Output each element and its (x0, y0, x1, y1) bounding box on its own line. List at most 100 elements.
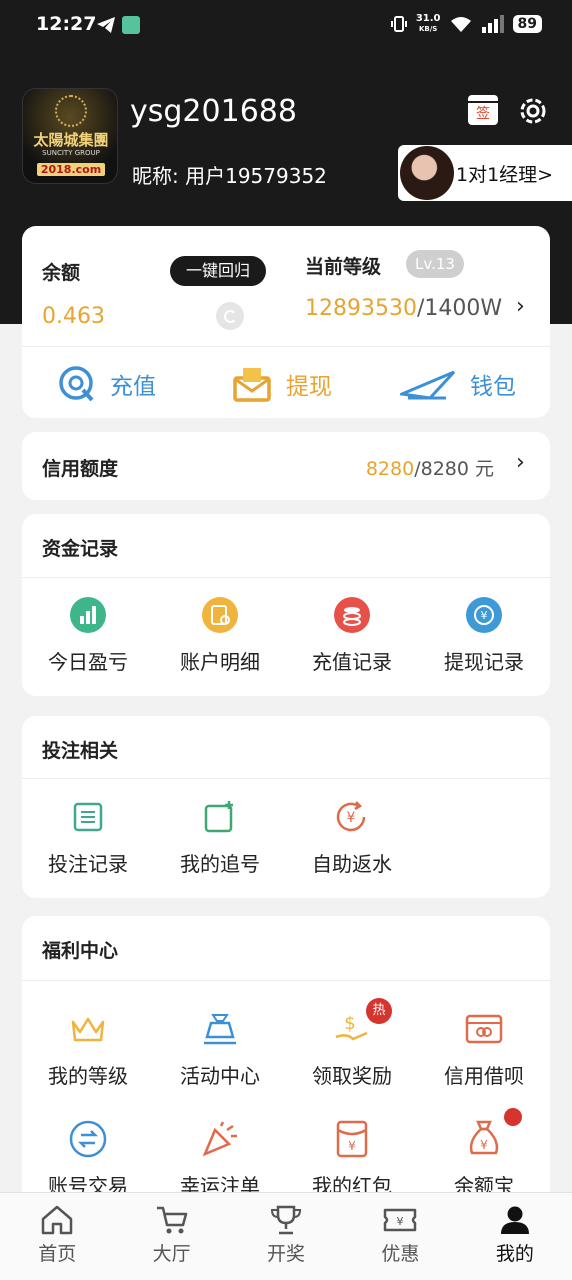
recharge-label: 充值 (110, 374, 156, 400)
menu-item-claim-reward[interactable]: $ 热 领取奖励 (286, 998, 418, 1089)
tab-home[interactable]: 首页 (0, 1193, 114, 1280)
coins-icon (333, 596, 371, 634)
logo-domain: 2018.com (37, 163, 105, 176)
manager-label: 1对1经理> (456, 163, 554, 186)
tab-mine[interactable]: 我的 (458, 1193, 572, 1280)
download-icon (122, 16, 140, 34)
menu-item-my-chase[interactable]: 我的追号 (154, 798, 286, 877)
rebate-icon: ¥ (333, 798, 371, 836)
party-icon (201, 1120, 239, 1158)
swap-icon (69, 1120, 107, 1158)
funds-title: 资金记录 (42, 538, 119, 560)
welfare-card: 福利中心 我的等级 活动中心 $ 热 领取奖励 信用借呗 账号交易 幸运注单 ¥… (22, 916, 550, 1206)
nickname: 昵称: 用户19579352 (132, 164, 327, 188)
ticket-icon: ¥ (384, 1208, 417, 1232)
detail-icon (201, 596, 239, 634)
chevron-right-icon[interactable]: › (516, 294, 525, 319)
menu-item-account-trade[interactable]: 账号交易 (22, 1120, 154, 1199)
red-envelope-icon: ¥ (333, 1120, 371, 1158)
chevron-right-icon[interactable]: › (516, 450, 525, 475)
svg-text:¥: ¥ (397, 1215, 404, 1228)
signal-icon (481, 15, 504, 33)
list-icon (69, 798, 107, 836)
svg-text:$: $ (344, 1013, 355, 1034)
tab-promotions[interactable]: ¥ 优惠 (343, 1193, 457, 1280)
credit-value: 8280/8280 元 (366, 454, 494, 481)
manager-button[interactable]: 1对1经理> (398, 145, 572, 201)
battery-indicator: 89 (512, 15, 542, 33)
menu-item-credit-loan[interactable]: 信用借呗 (418, 1010, 550, 1089)
menu-item-self-rebate[interactable]: ¥ 自助返水 (286, 798, 418, 877)
menu-item-activity-center[interactable]: 活动中心 (154, 1010, 286, 1089)
tab-lottery[interactable]: 开奖 (229, 1193, 343, 1280)
balance-value: 0.463 (42, 304, 105, 329)
tab-hall[interactable]: 大厅 (114, 1193, 228, 1280)
vibrate-icon (390, 16, 407, 32)
svg-text:¥: ¥ (481, 609, 488, 622)
gear-icon[interactable] (516, 94, 550, 128)
manager-avatar (400, 146, 454, 200)
hot-badge: 热 (366, 998, 392, 1024)
exp-current: 12893530 (305, 296, 417, 321)
exp-max: /1400W (416, 296, 503, 321)
logo-sun-emblem (55, 95, 87, 127)
menu-item-recharge-record[interactable]: 充值记录 (286, 596, 418, 675)
wallet-button[interactable]: 钱包 (400, 360, 516, 408)
funds-card: 资金记录 今日盈亏 账户明细 充值记录 ¥ 提现记录 (22, 514, 550, 696)
status-bar: 12:27 31.0 KB/S 89 (0, 0, 572, 52)
trophy-icon (271, 1205, 302, 1235)
withdraw-label: 提现 (286, 374, 332, 400)
add-square-icon (201, 798, 239, 836)
withdraw-button[interactable]: 提现 (232, 360, 332, 408)
reward-icon: $ (333, 1010, 371, 1048)
avatar[interactable]: 太陽城集團 SUNCITY GROUP 2018.com (22, 88, 118, 184)
menu-item-yuebao[interactable]: ¥ 余额宝 (418, 1108, 550, 1199)
menu-item-bet-record[interactable]: 投注记录 (22, 798, 154, 877)
status-time: 12:27 (36, 13, 97, 35)
menu-item-withdraw-record[interactable]: ¥ 提现记录 (418, 596, 550, 675)
exchange-icon: ¥ (465, 596, 503, 634)
credit-label: 信用额度 (42, 458, 119, 480)
balance-label: 余额 (42, 262, 81, 284)
wifi-icon (450, 17, 471, 32)
balance-card: 余额 一键回归 0.463 当前等级 Lv.13 12893530/1400W … (22, 226, 550, 418)
logo-text: 太陽城集團 (33, 131, 109, 149)
sign-in-icon: 签 (468, 101, 498, 125)
telegram-icon (97, 17, 115, 33)
card-icon (465, 1010, 503, 1048)
menu-item-today-profit[interactable]: 今日盈亏 (22, 596, 154, 675)
wallet-label: 钱包 (470, 374, 516, 400)
refresh-icon[interactable] (216, 302, 244, 330)
bottom-tab-bar: 首页 大厅 开奖 ¥ 优惠 我的 (0, 1192, 572, 1280)
money-bag-icon: ¥ (465, 1120, 503, 1158)
credit-available: 8280 (365, 458, 415, 480)
recharge-button[interactable]: 充值 (56, 360, 156, 408)
wallet-icon (400, 370, 456, 400)
network-speed: 31.0 KB/S (415, 13, 441, 34)
crown-icon (69, 1010, 107, 1048)
withdraw-icon (233, 368, 271, 402)
bets-title: 投注相关 (42, 740, 119, 762)
level-label: 当前等级 (305, 256, 382, 278)
menu-item-my-level[interactable]: 我的等级 (22, 1010, 154, 1089)
level-badge: Lv.13 (406, 250, 464, 278)
credit-card[interactable]: 信用额度 8280/8280 元 › (22, 432, 550, 500)
user-icon (500, 1206, 529, 1234)
svg-text:¥: ¥ (348, 1139, 356, 1153)
menu-item-lucky-bet[interactable]: 幸运注单 (154, 1120, 286, 1199)
recall-button[interactable]: 一键回归 (170, 256, 266, 286)
notification-dot (504, 1108, 522, 1126)
menu-item-red-envelope[interactable]: ¥ 我的红包 (286, 1120, 418, 1199)
sign-in-button[interactable]: 签 (468, 95, 498, 125)
credit-total: /8280 元 (414, 458, 494, 480)
svg-text:¥: ¥ (347, 810, 356, 826)
menu-item-account-detail[interactable]: 账户明细 (154, 596, 286, 675)
bets-card: 投注相关 投注记录 我的追号 ¥ 自助返水 (22, 716, 550, 898)
welfare-title: 福利中心 (42, 940, 119, 962)
username: ysg201688 (130, 94, 297, 129)
gift-icon (201, 1010, 239, 1048)
chart-icon (69, 596, 107, 634)
recharge-icon (59, 366, 94, 402)
level-progress[interactable]: 12893530/1400W (305, 296, 502, 321)
cart-icon (156, 1206, 187, 1234)
